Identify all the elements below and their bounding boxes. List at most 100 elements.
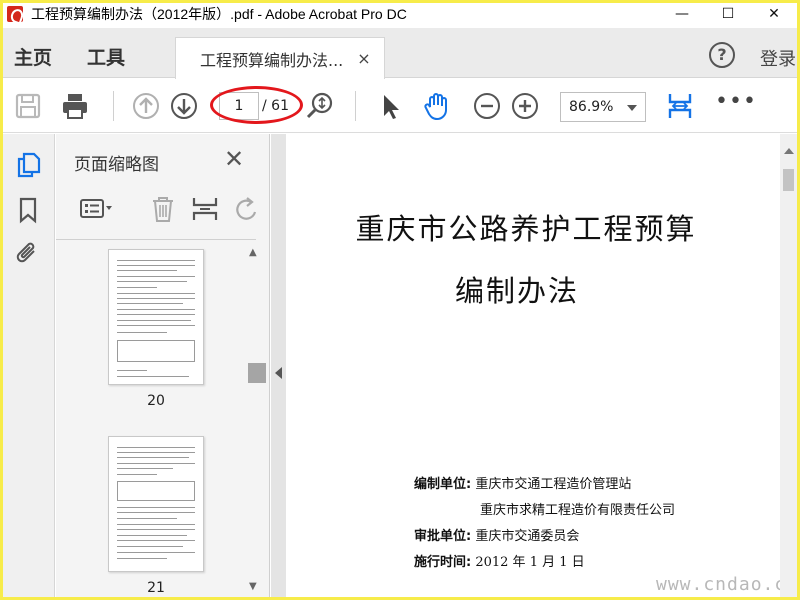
text-line	[117, 468, 173, 469]
prev-page-icon[interactable]	[131, 91, 161, 121]
text-line	[117, 314, 195, 315]
table-thumbnail	[117, 481, 195, 501]
insert-page-icon[interactable]	[190, 194, 220, 224]
text-line	[117, 507, 195, 508]
text-line	[117, 540, 195, 541]
help-icon[interactable]: ?	[709, 42, 735, 68]
delete-page-icon[interactable]	[148, 194, 178, 224]
tab-tools[interactable]: 工具	[87, 43, 125, 70]
zoom-search-icon[interactable]	[305, 91, 335, 121]
tab-home[interactable]: 主页	[14, 43, 52, 70]
window-controls: — ☐ ✕	[659, 3, 797, 25]
text-line	[117, 325, 195, 326]
red-annotation-ellipse	[210, 86, 303, 124]
document-tab-close-icon[interactable]: ×	[357, 49, 370, 68]
text-line	[117, 260, 195, 261]
text-line	[117, 303, 183, 304]
text-line	[117, 452, 195, 453]
text-line	[117, 535, 187, 536]
toolbar-separator	[113, 91, 114, 121]
fit-width-icon[interactable]	[665, 91, 695, 121]
thumbnail-panel: 页面缩略图 ✕ 20 21 ▲ ▼	[56, 134, 270, 597]
page-thumbnails-icon[interactable]	[14, 150, 42, 178]
text-line	[117, 457, 189, 458]
info-row: 编制单位: 重庆市交通工程造价管理站	[414, 473, 631, 492]
save-icon[interactable]	[13, 91, 43, 121]
next-page-icon[interactable]	[169, 91, 199, 121]
maximize-button[interactable]: ☐	[705, 3, 751, 25]
info-value: 重庆市交通委员会	[475, 529, 580, 544]
text-line	[117, 552, 195, 553]
close-icon[interactable]: ✕	[224, 145, 244, 173]
text-line	[117, 558, 167, 559]
thumbnail-page-21[interactable]	[108, 436, 204, 572]
document-tab[interactable]: 工程预算编制办法... ×	[175, 37, 385, 79]
text-line	[117, 270, 177, 271]
scroll-down-icon[interactable]: ▼	[249, 581, 257, 592]
table-thumbnail	[117, 340, 195, 362]
rotate-icon[interactable]	[231, 194, 261, 224]
info-label: 编制单位:	[414, 477, 472, 492]
zoom-out-icon[interactable]	[472, 91, 502, 121]
scrollbar-thumb[interactable]	[248, 363, 266, 383]
text-line	[117, 298, 195, 299]
thumbnail-options-icon[interactable]	[78, 194, 112, 224]
info-row: 审批单位: 重庆市交通委员会	[414, 525, 579, 544]
panel-toolbar	[56, 182, 257, 240]
document-view: 重庆市公路养护工程预算 编制办法 编制单位: 重庆市交通工程造价管理站 重庆市求…	[286, 134, 797, 597]
scroll-up-icon[interactable]	[784, 148, 794, 154]
text-line	[117, 529, 195, 530]
watermark: www.cndao.com	[656, 574, 797, 595]
info-value: 重庆市求精工程造价有限责任公司	[480, 503, 676, 518]
scrollbar-thumb[interactable]	[783, 169, 794, 191]
zoom-in-icon[interactable]	[510, 91, 540, 121]
panel-collapse-handle[interactable]	[271, 134, 286, 597]
text-line	[117, 447, 195, 448]
text-line	[117, 281, 187, 282]
bookmark-icon[interactable]	[14, 196, 42, 224]
text-line	[117, 287, 157, 288]
zoom-select[interactable]: 86.9%	[560, 92, 646, 122]
toolbar-separator	[355, 91, 356, 121]
scroll-up-icon[interactable]: ▲	[249, 247, 257, 258]
text-line	[117, 463, 195, 464]
select-cursor-icon[interactable]	[375, 91, 405, 121]
text-line	[117, 546, 183, 547]
main-toolbar: 1 / 61 86.9% •••	[3, 79, 797, 133]
attachment-icon[interactable]	[14, 239, 42, 267]
text-line	[117, 309, 195, 310]
info-value: 2012 年 1 月 1 日	[475, 555, 585, 570]
collapse-arrow-icon[interactable]	[275, 367, 282, 379]
document-title-line1: 重庆市公路养护工程预算	[355, 212, 697, 246]
text-line	[117, 524, 195, 525]
info-label: 施行时间:	[414, 555, 472, 570]
acrobat-window: 工程预算编制办法（2012年版）.pdf - Adobe Acrobat Pro…	[3, 3, 797, 597]
thumbnail-scrollbar[interactable]: ▲ ▼	[245, 241, 266, 597]
document-scrollbar[interactable]	[780, 134, 797, 597]
text-line	[117, 474, 157, 475]
window-title: 工程预算编制办法（2012年版）.pdf - Adobe Acrobat Pro…	[31, 6, 407, 22]
document-tab-label: 工程预算编制办法...	[200, 50, 344, 70]
minimize-button[interactable]: —	[659, 3, 705, 25]
tab-bar: 主页 工具 工程预算编制办法... × ? 登录	[3, 28, 797, 79]
text-line	[117, 370, 147, 371]
panel-title: 页面缩略图	[74, 155, 159, 175]
thumbnail-page-number: 20	[147, 393, 165, 409]
more-icon[interactable]: •••	[715, 89, 757, 114]
chevron-down-icon[interactable]	[627, 105, 637, 111]
text-line	[117, 512, 195, 513]
thumbnail-list: 20 21	[56, 241, 244, 597]
document-title-line2: 编制办法	[454, 274, 579, 308]
text-line	[117, 376, 189, 377]
close-window-button[interactable]: ✕	[751, 3, 797, 25]
text-line	[117, 265, 195, 266]
acrobat-app-icon[interactable]	[7, 6, 23, 22]
info-value: 重庆市交通工程造价管理站	[475, 477, 632, 492]
thumbnail-page-number: 21	[147, 580, 165, 596]
info-row: 重庆市求精工程造价有限责任公司	[480, 499, 675, 518]
login-button[interactable]: 登录	[760, 45, 796, 71]
title-bar: 工程预算编制办法（2012年版）.pdf - Adobe Acrobat Pro…	[3, 3, 797, 25]
thumbnail-page-20[interactable]	[108, 249, 204, 385]
print-icon[interactable]	[60, 91, 90, 121]
hand-tool-icon[interactable]	[422, 91, 452, 121]
